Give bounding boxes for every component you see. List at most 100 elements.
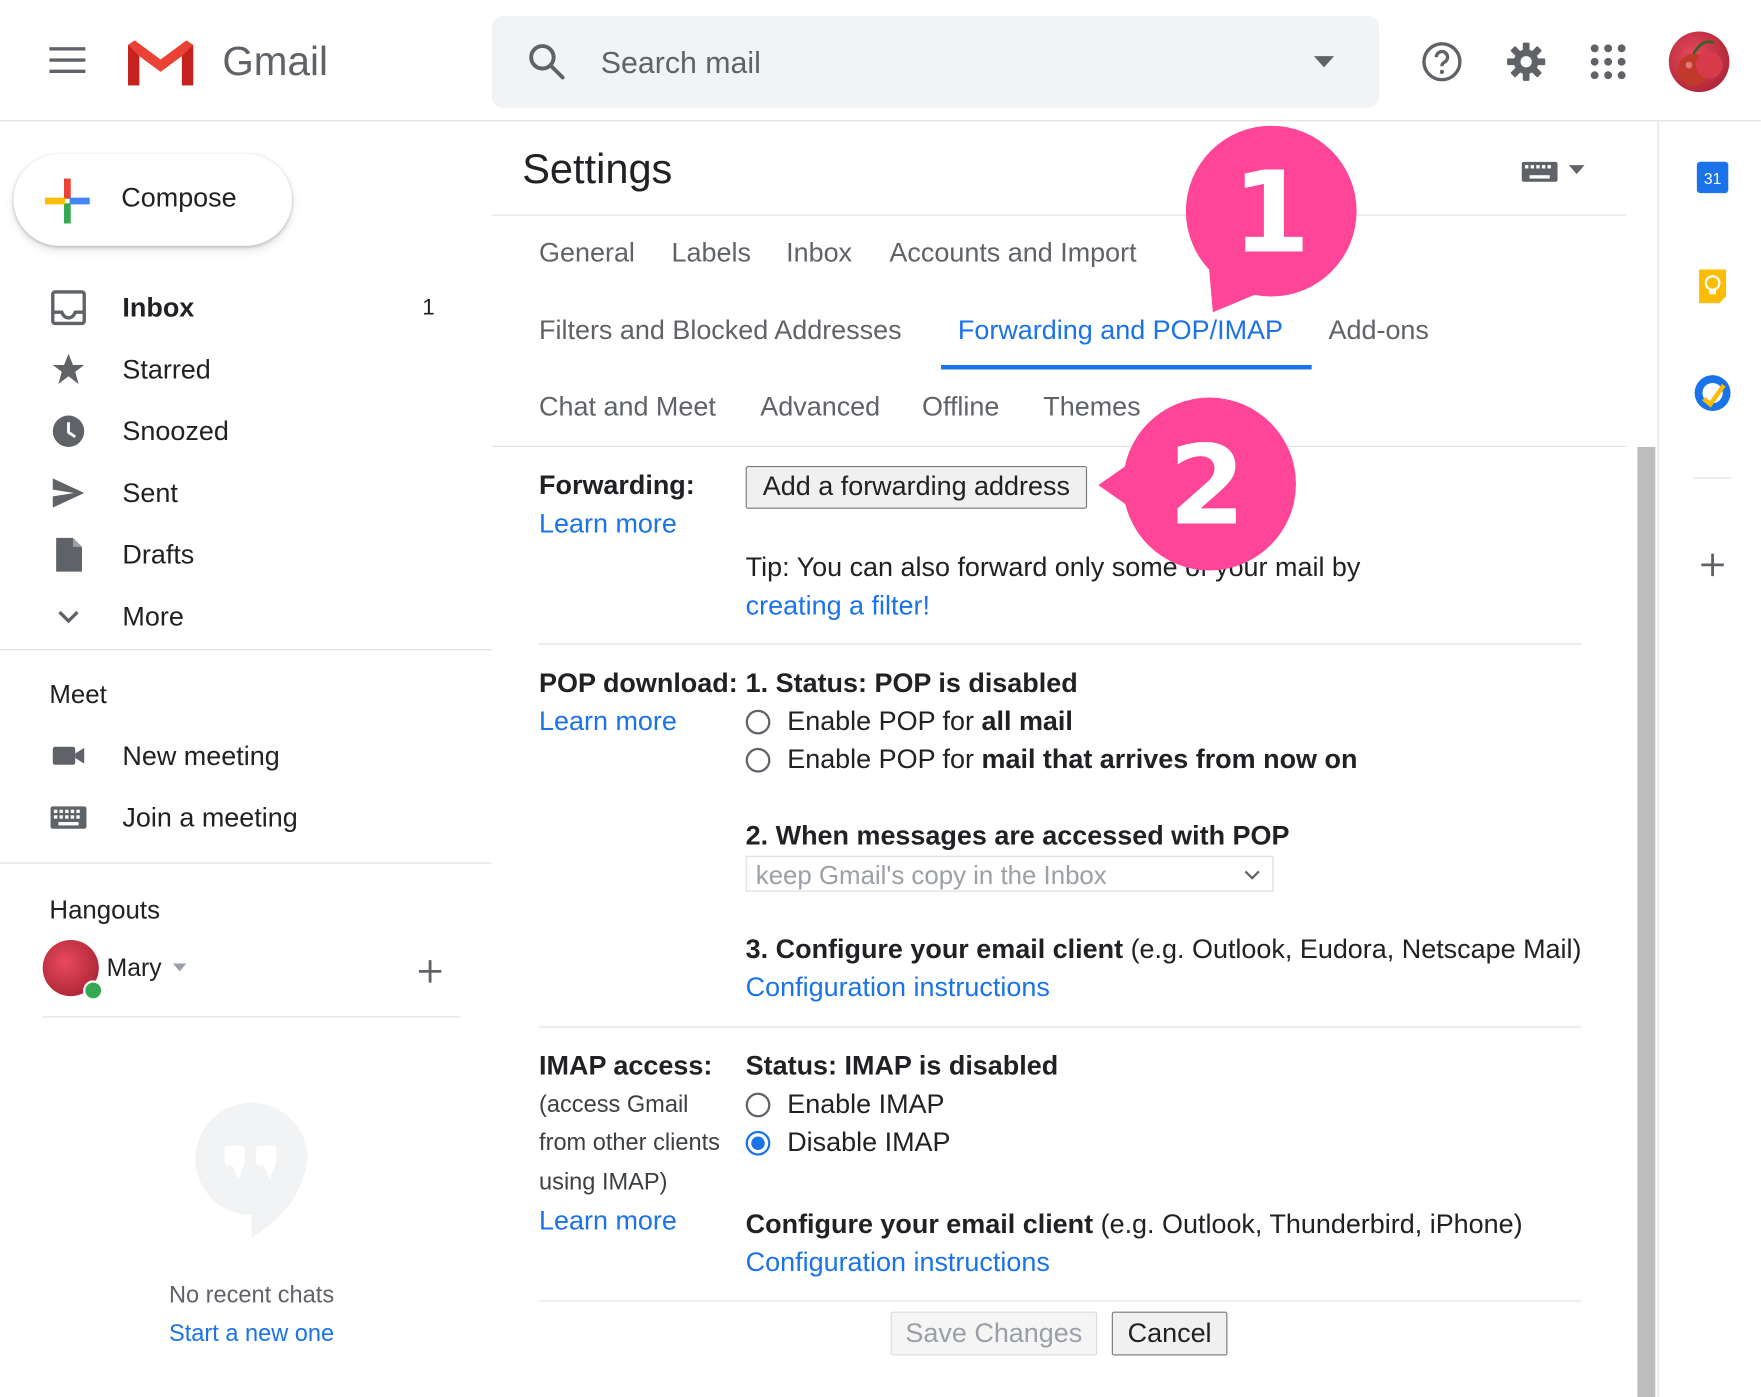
pop-access-heading: 2. When messages are accessed with POP xyxy=(745,820,1290,852)
disable-imap-radio[interactable] xyxy=(745,1130,771,1156)
send-icon xyxy=(52,478,85,508)
annotation-bubble-1: 1 xyxy=(1185,125,1357,313)
sidebar-item-label: Inbox xyxy=(122,293,195,324)
cancel-button[interactable]: Cancel xyxy=(1111,1311,1228,1356)
draft-icon xyxy=(56,537,82,572)
account-avatar[interactable] xyxy=(1668,31,1730,93)
pop-learn-more-link[interactable]: Learn more xyxy=(539,706,677,737)
join-meeting-item[interactable]: Join a meeting xyxy=(0,789,472,845)
add-forwarding-address-button[interactable]: Add a forwarding address xyxy=(745,466,1088,509)
settings-gear-icon[interactable] xyxy=(1505,40,1548,83)
pop-configure-text: 3. Configure your email client (e.g. Out… xyxy=(746,934,1582,965)
annotation-step-number: 1 xyxy=(1232,149,1310,279)
tasks-check-icon[interactable] xyxy=(1693,374,1731,412)
new-meeting-item[interactable]: New meeting xyxy=(0,728,472,784)
sidebar-item-starred[interactable]: Starred xyxy=(0,341,472,397)
pop-option-prefix: Enable POP for xyxy=(787,706,982,737)
top-bar: Gmail xyxy=(0,0,1761,122)
pop-option-prefix: Enable POP for xyxy=(787,744,982,775)
pop-from-now-label[interactable]: Enable POP for mail that arrives from no… xyxy=(787,745,1357,776)
select-chevron-down-icon xyxy=(1244,870,1260,880)
sidebar-item-label: Snoozed xyxy=(122,416,229,447)
settings-scrollbar[interactable] xyxy=(1637,446,1656,1397)
calendar-icon[interactable]: 31 xyxy=(1696,161,1729,194)
pop-download-label: POP download: xyxy=(539,668,738,699)
video-camera-icon xyxy=(52,746,85,765)
tab-offline[interactable]: Offline xyxy=(922,392,999,423)
main-menu-icon[interactable] xyxy=(49,47,87,76)
disable-imap-label[interactable]: Disable IMAP xyxy=(787,1127,950,1158)
section-divider xyxy=(539,1026,1582,1028)
tab-chat-and-meet[interactable]: Chat and Meet xyxy=(539,392,716,423)
search-input[interactable] xyxy=(600,42,1230,84)
hangouts-user-name[interactable]: Mary xyxy=(107,953,162,982)
apps-grid-icon[interactable] xyxy=(1587,40,1630,83)
search-options-chevron-icon[interactable] xyxy=(1313,56,1335,68)
gmail-logo-icon xyxy=(128,40,194,86)
pop-option-bold: mail that arrives from now on xyxy=(981,744,1358,775)
start-new-chat-link[interactable]: Start a new one xyxy=(0,1321,503,1348)
imap-configure-text: Configure your email client (e.g. Outloo… xyxy=(746,1209,1523,1240)
keep-bulb-icon[interactable] xyxy=(1697,269,1728,304)
pop-config-instructions-link[interactable]: Configuration instructions xyxy=(746,973,1050,1004)
forwarding-learn-more-link[interactable]: Learn more xyxy=(539,509,677,540)
active-tab-indicator xyxy=(941,364,1312,370)
section-divider xyxy=(539,643,1582,645)
tab-filters[interactable]: Filters and Blocked Addresses xyxy=(539,316,902,347)
save-changes-button[interactable]: Save Changes xyxy=(890,1311,1098,1356)
sidebar-item-snoozed[interactable]: Snoozed xyxy=(0,403,472,459)
side-panel xyxy=(1657,121,1761,1397)
sidebar-item-label: Starred xyxy=(122,354,211,386)
tab-accounts-and-import[interactable]: Accounts and Import xyxy=(889,238,1136,269)
app-title[interactable]: Gmail xyxy=(222,38,328,85)
sidebar-item-drafts[interactable]: Drafts xyxy=(0,527,472,583)
compose-label: Compose xyxy=(121,183,237,214)
pop-option-bold: all mail xyxy=(981,706,1073,737)
get-addons-plus-icon[interactable] xyxy=(1699,551,1726,578)
tab-forwarding-pop-imap[interactable]: Forwarding and POP/IMAP xyxy=(958,316,1283,347)
pop-configure-examples: (e.g. Outlook, Eudora, Netscape Mail) xyxy=(1123,934,1582,965)
enable-imap-radio[interactable] xyxy=(745,1092,771,1118)
input-tools-chevron-icon[interactable] xyxy=(1568,165,1585,175)
sidebar-divider xyxy=(0,862,492,864)
imap-learn-more-link[interactable]: Learn more xyxy=(539,1206,677,1237)
enable-imap-label[interactable]: Enable IMAP xyxy=(787,1089,944,1120)
tab-add-ons[interactable]: Add-ons xyxy=(1329,316,1429,347)
sidebar-item-more[interactable]: More xyxy=(0,588,472,644)
pop-action-select[interactable]: keep Gmail's copy in the Inbox xyxy=(745,855,1274,892)
section-divider xyxy=(539,1300,1582,1302)
tab-labels[interactable]: Labels xyxy=(672,238,751,269)
imap-access-label: IMAP access: xyxy=(539,1051,713,1082)
meet-section-title: Meet xyxy=(49,679,107,709)
compose-plus-icon xyxy=(44,178,90,224)
new-meeting-label: New meeting xyxy=(122,741,280,772)
imap-description-line: from other clients xyxy=(539,1129,720,1156)
pop-from-now-radio[interactable] xyxy=(745,747,771,773)
inbox-count-badge: 1 xyxy=(422,295,435,321)
inbox-icon xyxy=(51,290,86,326)
sidebar-item-inbox[interactable]: Inbox 1 xyxy=(0,280,472,336)
sidebar-item-sent[interactable]: Sent xyxy=(0,465,472,521)
chevron-down-icon xyxy=(58,610,79,624)
title-divider xyxy=(491,214,1627,216)
input-tools-keyboard-icon[interactable] xyxy=(1521,161,1558,182)
imap-config-instructions-link[interactable]: Configuration instructions xyxy=(746,1248,1050,1279)
hangouts-section-title: Hangouts xyxy=(49,895,160,925)
search-icon[interactable] xyxy=(528,43,566,81)
help-icon[interactable] xyxy=(1421,40,1464,83)
tab-advanced[interactable]: Advanced xyxy=(760,392,880,423)
imap-description-line: (access Gmail xyxy=(539,1091,689,1118)
cherry-avatar-icon xyxy=(1677,40,1723,86)
imap-configure-examples: (e.g. Outlook, Thunderbird, iPhone) xyxy=(1093,1209,1523,1240)
pop-configure-bold: 3. Configure your email client xyxy=(745,934,1124,965)
add-hangout-plus-icon[interactable] xyxy=(416,957,445,986)
side-panel-divider xyxy=(1693,477,1732,479)
tab-general[interactable]: General xyxy=(539,238,635,269)
pop-all-mail-label[interactable]: Enable POP for all mail xyxy=(787,706,1073,737)
user-status-chevron-icon[interactable] xyxy=(172,963,187,972)
tab-inbox[interactable]: Inbox xyxy=(786,238,852,269)
pop-action-select-value: keep Gmail's copy in the Inbox xyxy=(755,860,1107,890)
clock-icon xyxy=(52,415,85,447)
create-filter-link[interactable]: creating a filter! xyxy=(746,591,930,622)
pop-all-mail-radio[interactable] xyxy=(745,709,771,735)
